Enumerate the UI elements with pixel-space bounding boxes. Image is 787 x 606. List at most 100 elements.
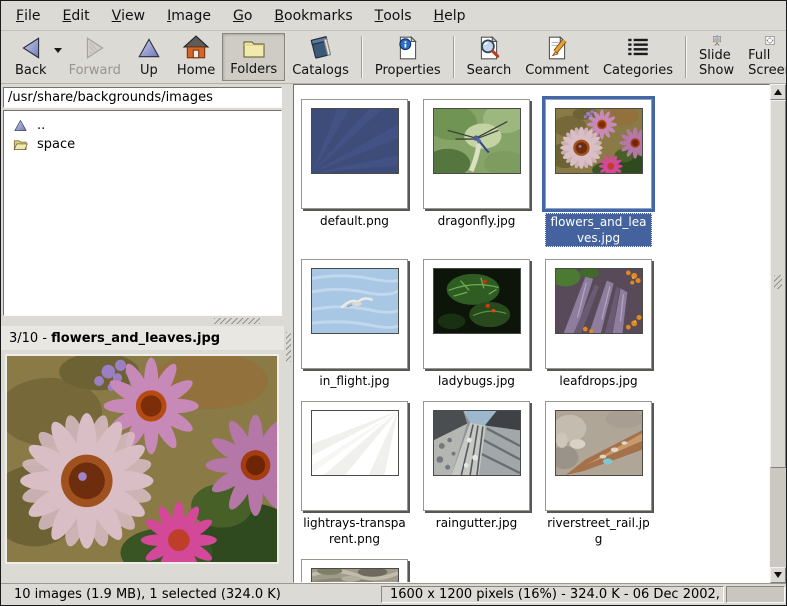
image-position: 3/10 - [9,331,51,346]
slide-show-button[interactable]: Slide Show [692,33,741,81]
thumbnail-card [423,259,530,369]
thumbnail-caption: dragonfly.jpg [438,213,516,229]
sidebar: .. space 3/10 - flowers_and_leaves.jpg [1,84,284,583]
thumbnail-cell[interactable]: riverstreet_rail.jpg [545,401,652,547]
thumbnail-caption: riverstreet_rail.jpg [545,515,652,547]
folder-tree: .. space [3,110,282,316]
vertical-scrollbar[interactable] [770,84,786,583]
location-input[interactable] [3,87,282,108]
menu-image[interactable]: Image [156,1,222,30]
folders-label: Folders [230,62,277,77]
thumbnail-caption: in_flight.jpg [319,373,389,389]
progress-area [726,586,785,603]
properties-button[interactable]: Properties [368,33,448,81]
menu-bookmarks[interactable]: Bookmarks [263,1,363,30]
properties-label: Properties [375,63,441,78]
folder-icon [240,36,268,60]
thumbnail-cell[interactable]: dragonfly.jpg [423,99,530,247]
vertical-pane-splitter[interactable] [284,84,293,583]
toolbar-separator [361,36,363,78]
search-icon [475,35,503,61]
home-button[interactable]: Home [170,33,222,81]
arrow-up-icon [774,89,782,95]
full-screen-button[interactable]: Full Screen [741,33,787,81]
image-details-text: 1600 x 1200 pixels (16%) - 324.0 K - 06 … [390,587,724,602]
current-filename: flowers_and_leaves.jpg [51,331,220,346]
horizontal-pane-splitter[interactable] [1,316,284,326]
comment-label: Comment [525,63,589,78]
thumbnail-cell[interactable]: raingutter.jpg [423,401,530,547]
toolbar-separator [685,36,687,78]
image-details-status: 1600 x 1200 pixels (16%) - 324.0 K - 06 … [381,586,724,603]
thumbnail-cell[interactable]: leafdrops.jpg [545,259,652,389]
scrollbar-thumb[interactable] [770,100,786,468]
collection-status: 10 images (1.9 MB), 1 selected (324.0 K) [1,587,281,602]
preview-image[interactable] [5,354,279,564]
folder-item-parent[interactable]: .. [8,116,277,135]
catalogs-label: Catalogs [292,63,349,78]
menu-file[interactable]: File [5,1,51,30]
back-history-dropdown[interactable] [54,33,62,81]
grip-icon [214,318,260,324]
arrow-down-icon [774,572,782,578]
thumbnail-card [301,559,408,583]
forward-button[interactable]: Forward [62,33,128,81]
thumbnail-card [301,259,408,369]
categories-icon [624,35,652,61]
thumbnail-card [545,259,652,369]
full-screen-icon [756,35,784,46]
thumbnail-grid: default.png dragonfly.jpg flowers_and_le… [293,84,770,583]
menu-tools[interactable]: Tools [364,1,423,30]
forward-icon [81,35,109,61]
search-button[interactable]: Search [460,33,519,81]
comment-button[interactable]: Comment [518,33,596,81]
grip-icon [774,275,782,289]
properties-icon [394,35,422,61]
thumbnail-card [423,99,530,209]
chevron-down-icon [54,48,62,53]
slide-show-label: Slide Show [699,48,734,78]
folder-item-label: .. [37,118,45,133]
back-button[interactable]: Back [8,33,54,81]
up-button[interactable]: Up [128,33,170,81]
thumbnail-cell[interactable]: ladybugs.jpg [423,259,530,389]
catalogs-button[interactable]: Catalogs [285,33,356,81]
home-label: Home [177,63,215,78]
menu-go[interactable]: Go [222,1,263,30]
folder-item-space[interactable]: space [8,135,277,154]
categories-button[interactable]: Categories [596,33,680,81]
thumbnail-caption: leafdrops.jpg [559,373,637,389]
thumbnail-card [301,99,408,209]
thumbnail-cell[interactable]: default.png [301,99,408,247]
thumbnail-caption: default.png [320,213,389,229]
home-icon [182,35,210,61]
scroll-down-button[interactable] [770,567,786,583]
thumbnail-cell-selected[interactable]: flowers_and_leaves.jpg [545,99,652,247]
menu-edit[interactable]: Edit [51,1,100,30]
slide-show-icon [703,35,731,46]
back-label: Back [15,63,47,78]
menu-bar: File Edit View Image Go Bookmarks Tools … [1,1,786,31]
thumbnail-cell[interactable]: lightrays-transparent.png [301,401,408,547]
toolbar-separator [453,36,455,78]
thumbnail-cell[interactable]: in_flight.jpg [301,259,408,389]
thumbnail-card [545,99,652,209]
toolbar: Back Forward Up Home Folders Catalogs Pr… [1,31,786,84]
categories-label: Categories [603,63,673,78]
menu-view[interactable]: View [101,1,157,30]
thumbnail-card [423,401,530,511]
up-icon [135,35,163,61]
app-window: File Edit View Image Go Bookmarks Tools … [0,0,787,606]
scroll-up-button[interactable] [770,84,786,100]
book-icon [307,35,335,61]
grip-icon [286,332,291,362]
image-info-bar: 3/10 - flowers_and_leaves.jpg [1,326,284,350]
thumbnail-cell[interactable] [301,559,408,583]
thumbnail-card [301,401,408,511]
menu-help[interactable]: Help [423,1,477,30]
browser-pane: default.png dragonfly.jpg flowers_and_le… [293,84,786,583]
forward-label: Forward [69,63,121,78]
folders-button[interactable]: Folders [222,33,285,81]
back-icon [17,35,45,61]
thumbnail-card [545,401,652,511]
